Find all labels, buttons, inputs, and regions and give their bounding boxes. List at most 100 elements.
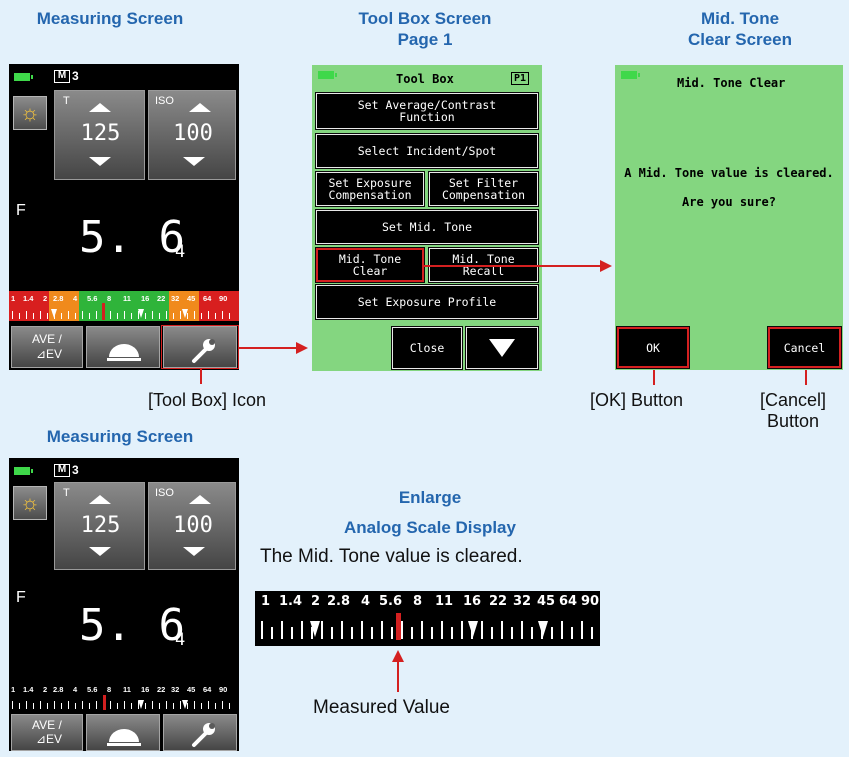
shutter-speed-value: 125 [80, 513, 121, 538]
toolbox-icon-caption: [Tool Box] Icon [148, 390, 267, 410]
cancel-button[interactable]: Cancel [768, 327, 841, 368]
scale-num: 2 [311, 594, 321, 609]
toolbox-screen-heading: Tool Box [396, 72, 454, 86]
scale-num: 64 [203, 294, 212, 303]
aperture-value: 5. 6 [79, 600, 185, 651]
ave-ev-button[interactable]: AVE / ⊿EV [11, 326, 83, 368]
scale-num: 2.8 [53, 294, 64, 303]
enlarge-title-line2: Analog Scale Display [344, 518, 516, 537]
chevron-down-icon[interactable] [183, 547, 205, 556]
measuring-screen-bottom: M 3 ☼ T 125 ISO 100 F 5. 6 4 1 1.4 2 2.8… [9, 458, 239, 751]
scale-num: 8 [107, 294, 112, 303]
btn-line: Recall [462, 264, 505, 278]
enlarge-title: Enlarge Analog Scale Display [300, 483, 560, 543]
callout-line [653, 370, 655, 385]
measuring-screen-title-bottom: Measuring Screen [46, 427, 194, 446]
scale-num: 64 [559, 594, 578, 609]
set-filter-compensation-button[interactable]: Set Filter Compensation [429, 172, 538, 206]
scale-num: 16 [141, 294, 150, 303]
scale-num: 32 [171, 294, 180, 303]
chevron-up-icon[interactable] [89, 103, 111, 112]
btn-line: OK [646, 340, 660, 355]
toolbox-screen-title: Tool Box Screen Page 1 [320, 8, 530, 50]
chevron-up-icon[interactable] [189, 495, 211, 504]
scale-num: 1.4 [279, 594, 303, 609]
select-incident-spot-button[interactable]: Select Incident/Spot [316, 134, 538, 168]
scale-num: 5.6 [87, 685, 98, 694]
ok-button-caption: [OK] Button [590, 390, 684, 410]
page-badge: P1 [511, 72, 530, 85]
scale-num: 45 [537, 594, 556, 609]
scale-num: 90 [219, 294, 228, 303]
scale-num: 22 [157, 685, 166, 694]
set-exposure-profile-button[interactable]: Set Exposure Profile [316, 285, 538, 319]
scale-num: 5.6 [87, 294, 98, 303]
set-mid-tone-button[interactable]: Set Mid. Tone [316, 210, 538, 244]
iso-control[interactable]: ISO 100 [148, 90, 236, 180]
scale-num: 45 [187, 294, 196, 303]
battery-icon [14, 467, 33, 475]
set-exposure-compensation-button[interactable]: Set Exposure Compensation [316, 172, 424, 206]
mode-badge: M [54, 464, 70, 477]
shutter-speed-control[interactable]: T 125 [54, 90, 145, 180]
close-button[interactable]: Close [392, 327, 462, 369]
arrow-head-icon [600, 260, 612, 272]
chevron-up-icon[interactable] [89, 495, 111, 504]
brightness-icon[interactable]: ☼ [13, 486, 47, 520]
midclear-title-line2: Clear Screen [688, 30, 792, 49]
t-label: T [63, 487, 70, 499]
scale-num: 5.6 [379, 594, 403, 609]
analog-scale-bottom: 1 1.4 2 2.8 4 5.6 8 11 16 22 32 45 64 90 [9, 683, 239, 711]
mid-tone-clear-button[interactable]: Mid. Tone Clear [316, 248, 424, 282]
midclear-title-line1: Mid. Tone [700, 9, 780, 28]
t-label: T [63, 95, 70, 107]
scale-num: 64 [203, 685, 212, 694]
cleared-message: The Mid. Tone value is cleared. [260, 546, 523, 567]
chevron-up-icon[interactable] [189, 103, 211, 112]
arrow-line [239, 347, 299, 349]
scale-num: 4 [361, 594, 371, 609]
chevron-down-icon[interactable] [89, 547, 111, 556]
battery-icon [14, 73, 33, 81]
enlarge-title-line1: Enlarge [398, 488, 462, 507]
aperture-fraction: 4 [175, 630, 186, 650]
chevron-down-icon[interactable] [183, 157, 205, 166]
shutter-speed-control[interactable]: T 125 [54, 482, 145, 570]
scale-num: 2.8 [53, 685, 64, 694]
incident-dome-button[interactable] [86, 326, 160, 368]
scale-num: 1 [11, 294, 16, 303]
toolbox-title-line1: Tool Box Screen [358, 9, 492, 28]
ok-button[interactable]: OK [617, 327, 689, 368]
incident-dome-button[interactable] [86, 714, 160, 751]
brightness-icon[interactable]: ☼ [13, 96, 47, 130]
btn-line: Function [399, 110, 455, 124]
measured-value-caption: Measured Value [313, 697, 450, 718]
toolbox-button[interactable] [163, 714, 237, 751]
scale-num: 1 [11, 685, 16, 694]
ave-ev-button[interactable]: AVE / ⊿EV [11, 714, 83, 751]
dome-icon [107, 729, 141, 746]
next-page-button[interactable] [466, 327, 538, 369]
ave-label: AVE / [32, 718, 62, 732]
scale-num: 22 [489, 594, 508, 609]
callout-line [200, 369, 202, 384]
set-average-contrast-button[interactable]: Set Average/Contrast Function [316, 93, 538, 129]
f-label: F [16, 202, 26, 219]
toolbox-title-line2: Page 1 [397, 30, 453, 49]
scale-num: 32 [171, 685, 180, 694]
cancel-button-caption: [Cancel] Button [760, 390, 826, 432]
ave-label: AVE / [32, 332, 62, 346]
scale-num: 1.4 [23, 685, 34, 694]
battery-icon [318, 71, 337, 79]
battery-icon [621, 71, 640, 79]
scale-num: 4 [73, 685, 78, 694]
btn-line: Set Mid. Tone [381, 220, 472, 234]
midclear-confirm: Are you sure? [682, 195, 776, 209]
chevron-down-icon[interactable] [89, 157, 111, 166]
scale-num: 1 [261, 594, 271, 609]
scale-num: 90 [219, 685, 228, 694]
midclear-screen-title: Mid. Tone Clear Screen [640, 8, 840, 50]
scale-num: 90 [581, 594, 600, 609]
aperture-value: 5. 6 [79, 212, 185, 263]
iso-control[interactable]: ISO 100 [148, 482, 236, 570]
